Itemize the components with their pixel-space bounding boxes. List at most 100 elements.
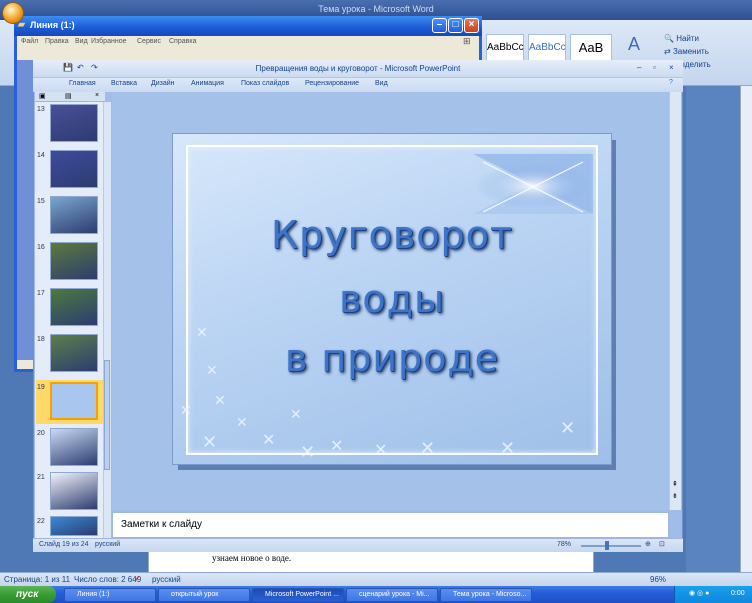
sparkle-icon: ✕ bbox=[560, 418, 576, 438]
slide-thumbnail[interactable] bbox=[50, 428, 98, 466]
slides-panel-scroll-thumb[interactable] bbox=[104, 360, 110, 470]
slide-number: 17 bbox=[37, 290, 45, 297]
word-word-count: Число слов: 2 649 bbox=[74, 575, 142, 584]
prev-slide-icon[interactable]: ⇞ bbox=[672, 480, 678, 488]
tab-design[interactable]: Дизайн bbox=[151, 80, 175, 87]
style-normal[interactable]: AaBbCc bbox=[486, 34, 524, 62]
slide-thumbnail[interactable] bbox=[50, 242, 98, 280]
slide-number: 14 bbox=[37, 152, 45, 159]
sparkle-icon: ✕ bbox=[196, 324, 208, 340]
fit-window-icon[interactable]: ⊡ bbox=[659, 540, 665, 548]
taskbar-item-powerpoint[interactable]: Microsoft PowerPoint ... bbox=[252, 588, 344, 602]
ppt-close-button[interactable]: × bbox=[669, 63, 674, 72]
menu-file[interactable]: Файл bbox=[21, 38, 38, 45]
explorer-maximize-button[interactable]: □ bbox=[448, 18, 463, 33]
editor-vertical-scrollbar[interactable]: ⇞ ⇟ bbox=[669, 92, 681, 510]
word-window-title: Тема урока - Microsoft Word bbox=[318, 4, 434, 14]
change-styles-icon[interactable]: A bbox=[628, 34, 640, 55]
word-language[interactable]: русский bbox=[152, 575, 181, 584]
explorer-title: Линия (1:) bbox=[30, 20, 75, 30]
slide-number: 19 bbox=[37, 384, 45, 391]
slide-number: 21 bbox=[37, 474, 45, 481]
windows-logo-icon: ⊞ bbox=[463, 36, 471, 46]
zoom-in-icon[interactable]: ⊕ bbox=[645, 540, 651, 548]
taskbar-item-word-topic[interactable]: Тема урока - Microso... bbox=[440, 588, 532, 602]
taskbar-item-folder[interactable]: открытый урок bbox=[158, 588, 250, 602]
explorer-close-button[interactable]: × bbox=[464, 18, 479, 33]
powerpoint-ribbon-tabs: Главная Вставка Дизайн Анимация Показ сл… bbox=[33, 78, 683, 92]
slide-thumbnail[interactable] bbox=[50, 288, 98, 326]
notes-pane[interactable]: Заметки к слайду bbox=[112, 512, 669, 538]
sparkle-icon: ✕ bbox=[330, 438, 344, 455]
clock: 0:00 bbox=[731, 590, 745, 597]
ppt-zoom-slider[interactable] bbox=[581, 545, 641, 547]
style-heading1[interactable]: AaBbCc bbox=[528, 34, 566, 62]
slide-thumbnail[interactable] bbox=[50, 382, 98, 420]
slide-number: 13 bbox=[37, 106, 45, 113]
slide-title-line-2: воды bbox=[339, 277, 445, 321]
menu-view[interactable]: Вид bbox=[75, 38, 88, 45]
tab-home[interactable]: Главная bbox=[69, 80, 96, 87]
replace-button[interactable]: ⇄ Заменить bbox=[664, 47, 709, 56]
slide-counter: Слайд 19 из 24 bbox=[39, 541, 89, 548]
ppt-minimize-button[interactable]: – bbox=[637, 63, 641, 72]
slide-thumbnail[interactable] bbox=[50, 104, 98, 142]
slide-number: 16 bbox=[37, 244, 45, 251]
tab-view[interactable]: Вид bbox=[375, 80, 388, 87]
proofing-icon[interactable]: ✔ bbox=[134, 574, 141, 583]
start-label: пуск bbox=[16, 589, 39, 600]
sparkle-icon: ✕ bbox=[420, 438, 436, 458]
ppt-language[interactable]: русский bbox=[95, 541, 120, 548]
word-vertical-scrollbar[interactable] bbox=[740, 86, 752, 572]
slide-thumbnail[interactable] bbox=[50, 150, 98, 188]
slide-thumbnail[interactable] bbox=[50, 196, 98, 234]
system-tray: ◉ ◎ ● 0:00 bbox=[674, 586, 752, 603]
menu-tools[interactable]: Сервис bbox=[137, 38, 161, 45]
menu-favorites[interactable]: Избранное bbox=[91, 38, 126, 45]
sparkle-icon: ✕ bbox=[214, 392, 226, 408]
tab-insert[interactable]: Вставка bbox=[111, 80, 137, 87]
tab-review[interactable]: Рецензирование bbox=[305, 80, 359, 87]
ppt-maximize-button[interactable]: ▫ bbox=[653, 63, 656, 72]
taskbar-item-word-scenario[interactable]: сценарий урока - Mi... bbox=[346, 588, 438, 602]
style-title[interactable]: AaB bbox=[570, 34, 612, 62]
tray-icons[interactable]: ◉ ◎ ● bbox=[689, 589, 709, 597]
sparkle-icon: ✕ bbox=[500, 438, 516, 458]
slide-thumbnail[interactable] bbox=[50, 334, 98, 372]
slides-panel-scrollbar[interactable] bbox=[103, 102, 111, 538]
notes-placeholder: Заметки к слайду bbox=[121, 519, 202, 530]
office-button[interactable] bbox=[2, 2, 24, 24]
word-document-text: узнаем новое о воде. bbox=[212, 553, 292, 563]
sparkle-icon: ✕ bbox=[374, 442, 388, 459]
slide-number: 18 bbox=[37, 336, 45, 343]
slide-number: 22 bbox=[37, 518, 45, 525]
ppt-zoom-level[interactable]: 78% bbox=[557, 541, 571, 548]
word-zoom-level[interactable]: 96% bbox=[650, 575, 666, 584]
start-button[interactable]: пуск bbox=[0, 586, 56, 603]
slide-thumbnail[interactable] bbox=[50, 516, 98, 536]
tab-animation[interactable]: Анимация bbox=[191, 80, 224, 87]
sparkle-icon: ✕ bbox=[202, 432, 218, 452]
slide-thumbnail[interactable] bbox=[50, 472, 98, 510]
close-panel-icon[interactable]: × bbox=[95, 92, 99, 99]
find-label: Найти bbox=[676, 34, 700, 43]
taskbar-item-explorer[interactable]: Линия (1:) bbox=[64, 588, 156, 602]
replace-label: Заменить bbox=[672, 47, 709, 56]
tab-slideshow[interactable]: Показ слайдов bbox=[241, 80, 289, 87]
slides-tab-icon[interactable]: ▣ bbox=[39, 92, 46, 100]
sparkle-icon: ✕ bbox=[262, 432, 276, 449]
sparkle-icon: ✕ bbox=[180, 402, 192, 418]
explorer-minimize-button[interactable]: – bbox=[432, 18, 447, 33]
menu-edit[interactable]: Правка bbox=[45, 38, 69, 45]
sparkle-icon: ✕ bbox=[236, 414, 248, 430]
menu-help[interactable]: Справка bbox=[169, 38, 196, 45]
help-icon[interactable]: ? bbox=[669, 79, 673, 86]
ppt-zoom-slider-thumb[interactable] bbox=[605, 541, 609, 550]
sparkle-icon: ✕ bbox=[290, 406, 302, 422]
next-slide-icon[interactable]: ⇟ bbox=[672, 492, 678, 500]
slide-title-line-3: в природе bbox=[284, 336, 500, 380]
outline-tab-icon[interactable]: ▤ bbox=[65, 92, 72, 100]
find-button[interactable]: 🔍 Найти bbox=[664, 34, 699, 43]
slide-number: 15 bbox=[37, 198, 45, 205]
slide-title-line-1: Круговорот bbox=[271, 213, 513, 257]
